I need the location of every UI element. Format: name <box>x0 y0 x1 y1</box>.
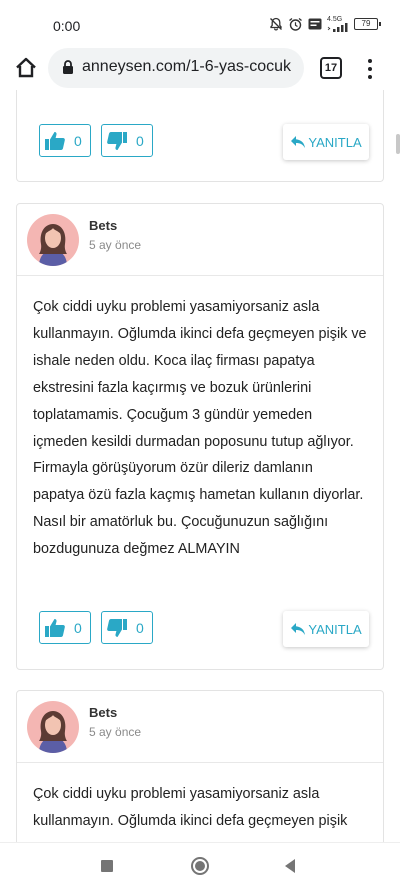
comment-text: Çok ciddi uyku problemi yasamiyorsaniz a… <box>33 786 348 829</box>
volte-icon <box>308 18 322 30</box>
comment-author[interactable]: Bets <box>89 218 117 233</box>
avatar <box>27 701 79 753</box>
dislike-button[interactable]: 0 <box>101 611 153 644</box>
network-type-label: 4.5G <box>327 16 343 23</box>
like-button[interactable]: 0 <box>39 124 91 157</box>
menu-dot <box>368 59 372 63</box>
browser-toolbar: anneysen.com/1-6-yas-cocuk 17 <box>0 48 400 90</box>
circle-icon <box>191 857 209 875</box>
browser-menu-button[interactable] <box>362 56 378 82</box>
system-nav-bar <box>0 842 400 888</box>
back-triangle-icon <box>285 859 295 873</box>
comment-author[interactable]: Bets <box>89 705 117 720</box>
comment-card: Bets 5 ay önce Çok ciddi uyku problemi y… <box>16 690 384 842</box>
scrollbar-thumb[interactable] <box>396 134 400 154</box>
avatar <box>27 214 79 266</box>
reply-label: YANITLA <box>308 621 362 637</box>
comment-text: Çok ciddi uyku problemi yasamiyorsaniz a… <box>33 299 367 558</box>
tab-switcher-button[interactable]: 17 <box>320 57 342 79</box>
page-content[interactable]: 0 0 YANITLA Bets 5 ay önce Çok ciddi uyk… <box>0 90 400 842</box>
battery-icon: 79 <box>354 18 381 30</box>
reply-button[interactable]: YANITLA <box>283 611 369 647</box>
menu-dot <box>368 75 372 79</box>
thumbs-up-icon <box>45 131 65 150</box>
status-time: 0:00 <box>53 18 81 34</box>
back-button[interactable] <box>279 855 301 877</box>
home-icon <box>16 57 36 78</box>
square-icon <box>101 860 113 872</box>
thumbs-down-icon <box>107 618 127 637</box>
comment-actions: 0 0 YANITLA <box>17 124 385 160</box>
url-text: anneysen.com/1-6-yas-cocuk <box>82 58 291 75</box>
thumbs-up-icon <box>45 618 65 637</box>
like-button[interactable]: 0 <box>39 611 91 644</box>
signal-icon: 4.5G <box>327 16 349 32</box>
lock-icon <box>62 59 74 80</box>
comment-time: 5 ay önce <box>89 238 142 252</box>
status-icons: 4.5G 79 <box>269 16 381 32</box>
comment-actions: 0 0 YANITLA <box>17 611 385 647</box>
comment-card: Bets 5 ay önce Çok ciddi uyku problemi y… <box>16 203 384 670</box>
comment-card: 0 0 YANITLA <box>16 90 384 182</box>
dislike-count: 0 <box>136 619 144 636</box>
thumbs-down-icon <box>107 131 127 150</box>
comment-header: Bets 5 ay önce <box>17 691 383 763</box>
menu-dot <box>368 67 372 71</box>
reply-arrow-icon <box>291 136 306 148</box>
dislike-button[interactable]: 0 <box>101 124 153 157</box>
reply-button[interactable]: YANITLA <box>283 124 369 160</box>
like-count: 0 <box>74 132 82 149</box>
comment-header: Bets 5 ay önce <box>17 204 383 276</box>
reply-label: YANITLA <box>308 134 362 150</box>
like-count: 0 <box>74 619 82 636</box>
home-nav-button[interactable] <box>189 855 211 877</box>
recents-button[interactable] <box>96 855 118 877</box>
comment-time: 5 ay önce <box>89 725 142 739</box>
dislike-count: 0 <box>136 132 144 149</box>
bell-off-icon <box>269 17 283 31</box>
status-bar: 0:00 4.5G 79 <box>0 0 400 48</box>
home-button[interactable] <box>12 54 40 82</box>
address-bar[interactable]: anneysen.com/1-6-yas-cocuk <box>48 48 304 88</box>
reply-arrow-icon <box>291 623 306 635</box>
alarm-icon <box>288 17 303 32</box>
